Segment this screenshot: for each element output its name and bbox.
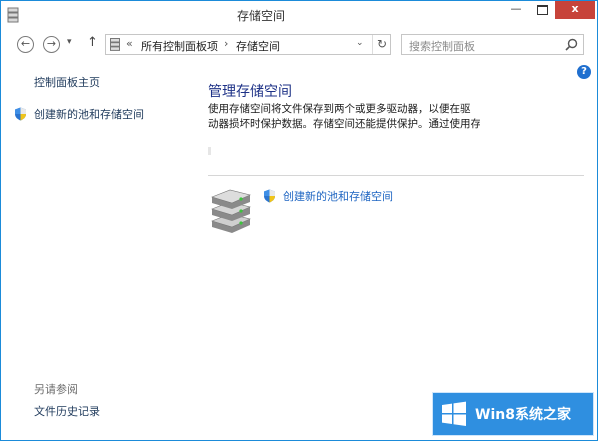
see-also-header: 另请参阅: [34, 383, 78, 396]
minimize-button[interactable]: —: [503, 1, 529, 19]
create-pool-task-label[interactable]: 创建新的池和存储空间: [34, 106, 144, 122]
window-title: 存储空间: [236, 9, 285, 23]
breadcrumb-separator[interactable]: ›: [224, 37, 228, 50]
close-button[interactable]: x: [555, 1, 595, 19]
control-panel-window: 存储空间 — x ← → ▾ ↑ « 所有控制面板项 › 存储空间 ⌄ ↻ 搜索…: [0, 0, 598, 441]
maximize-icon: [536, 5, 548, 15]
page-title: 管理存储空间: [208, 84, 292, 100]
left-pane: 控制面板主页 创建新的池和存储空间 另请参阅 文件历史记录: [1, 61, 191, 431]
uac-shield-icon: [264, 189, 275, 203]
title-bar[interactable]: 存储空间 — x: [1, 1, 597, 31]
forward-button[interactable]: →: [43, 36, 60, 53]
page-description: 使用存储空间将文件保存到两个或更多驱动器，以便在驱 动器损坏时保护数据。存储空间…: [208, 102, 480, 132]
uac-shield-icon: [15, 107, 26, 121]
file-history-link[interactable]: 文件历史记录: [34, 403, 100, 419]
windows-logo-icon: [442, 401, 466, 426]
description-line: 使用存储空间将文件保存到两个或更多驱动器，以便在驱: [208, 103, 471, 115]
storage-pool-drives-icon: [211, 189, 251, 233]
description-line: 动器损坏时保护数据。存储空间还能提供保护。通过使用存储空间，你还: [208, 118, 480, 130]
site-watermark: Win8系统之家: [432, 392, 594, 436]
refresh-button[interactable]: ↻: [372, 35, 391, 54]
breadcrumb-overflow[interactable]: «: [126, 37, 133, 50]
breadcrumb-all-items[interactable]: 所有控制面板项: [141, 38, 218, 54]
recent-locations-button[interactable]: ▾: [67, 37, 72, 47]
search-placeholder[interactable]: 搜索控制面板: [409, 38, 475, 54]
storage-spaces-icon: [110, 38, 120, 51]
text-cursor-mark: [208, 147, 211, 155]
address-bar[interactable]: « 所有控制面板项 › 存储空间 ⌄ ↻: [105, 34, 391, 55]
up-button[interactable]: ↑: [87, 35, 98, 50]
breadcrumb-storage-spaces[interactable]: 存储空间: [236, 38, 280, 54]
watermark-text: Win8系统之家: [475, 407, 571, 423]
search-box[interactable]: 搜索控制面板: [401, 34, 584, 55]
back-button[interactable]: ←: [17, 36, 34, 53]
control-panel-home-link[interactable]: 控制面板主页: [34, 74, 100, 90]
search-icon[interactable]: [565, 38, 578, 51]
main-content: 管理存储空间 使用存储空间将文件保存到两个或更多驱动器，以便在驱 动器损坏时保护…: [208, 61, 588, 431]
address-dropdown-icon[interactable]: ⌄: [356, 38, 364, 48]
section-divider: [208, 175, 584, 176]
maximize-button[interactable]: [529, 1, 555, 19]
create-pool-link-label[interactable]: 创建新的池和存储空间: [283, 188, 393, 204]
navigation-bar: ← → ▾ ↑ « 所有控制面板项 › 存储空间 ⌄ ↻ 搜索控制面板: [1, 31, 597, 61]
